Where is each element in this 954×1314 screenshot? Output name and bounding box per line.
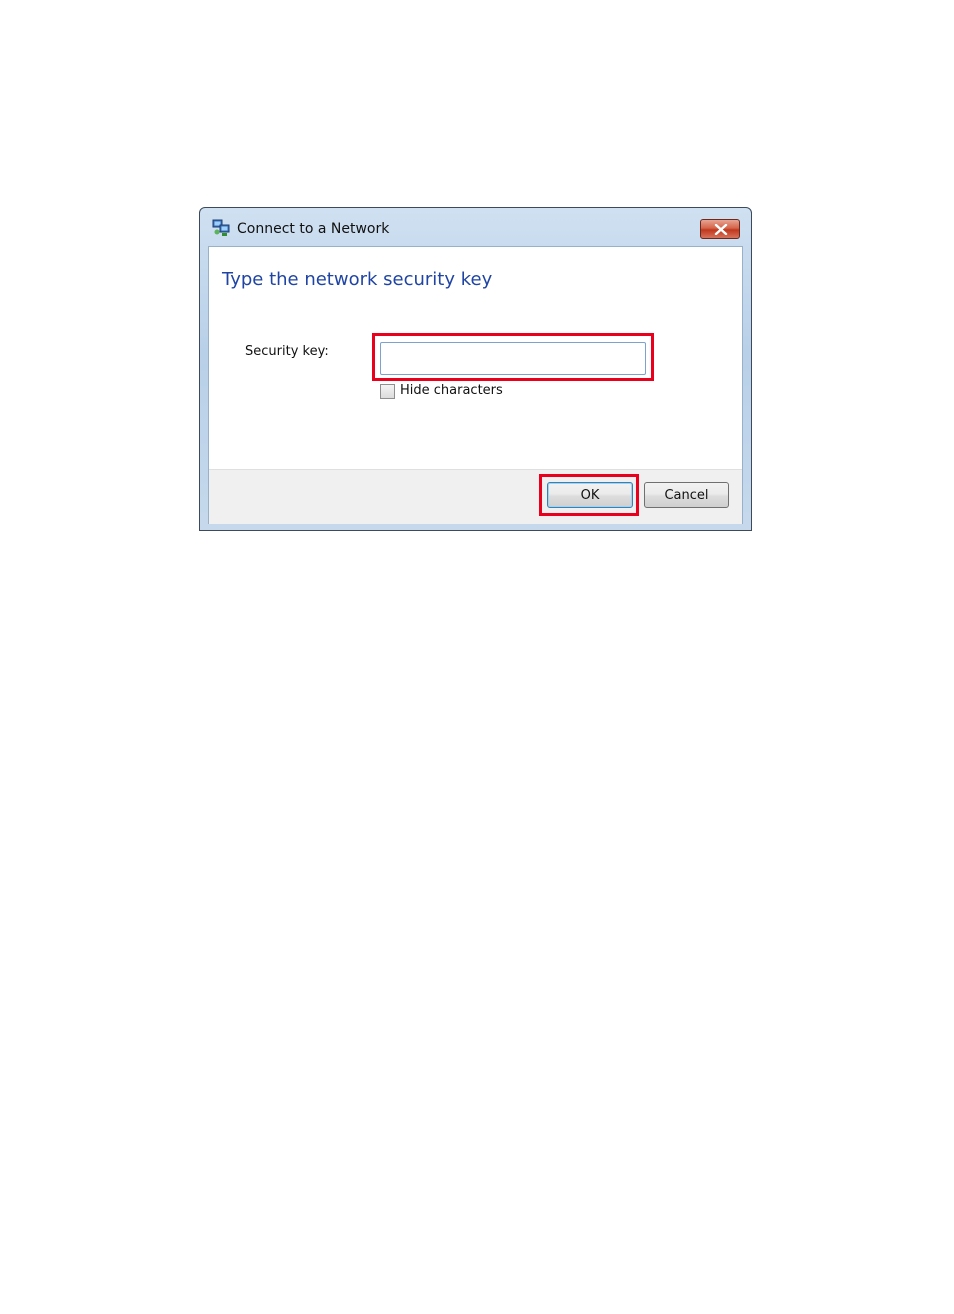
- security-key-label: Security key:: [245, 344, 329, 359]
- hide-characters-checkbox[interactable]: [380, 384, 395, 399]
- page-heading: Type the network security key: [222, 269, 493, 290]
- close-button[interactable]: [700, 219, 740, 239]
- ok-button-highlight: [539, 474, 639, 516]
- close-icon: [714, 224, 728, 235]
- cancel-button[interactable]: Cancel: [644, 482, 729, 508]
- hide-characters-label: Hide characters: [400, 383, 503, 398]
- connect-to-network-dialog: Connect to a Network Type the network se…: [199, 207, 752, 531]
- window-title: Connect to a Network: [237, 221, 390, 237]
- dialog-footer: OK Cancel: [209, 469, 742, 524]
- dialog-content: Type the network security key Security k…: [208, 246, 743, 524]
- title-bar[interactable]: Connect to a Network: [200, 208, 751, 246]
- security-key-highlight: [372, 333, 654, 381]
- network-connect-icon: [212, 219, 230, 237]
